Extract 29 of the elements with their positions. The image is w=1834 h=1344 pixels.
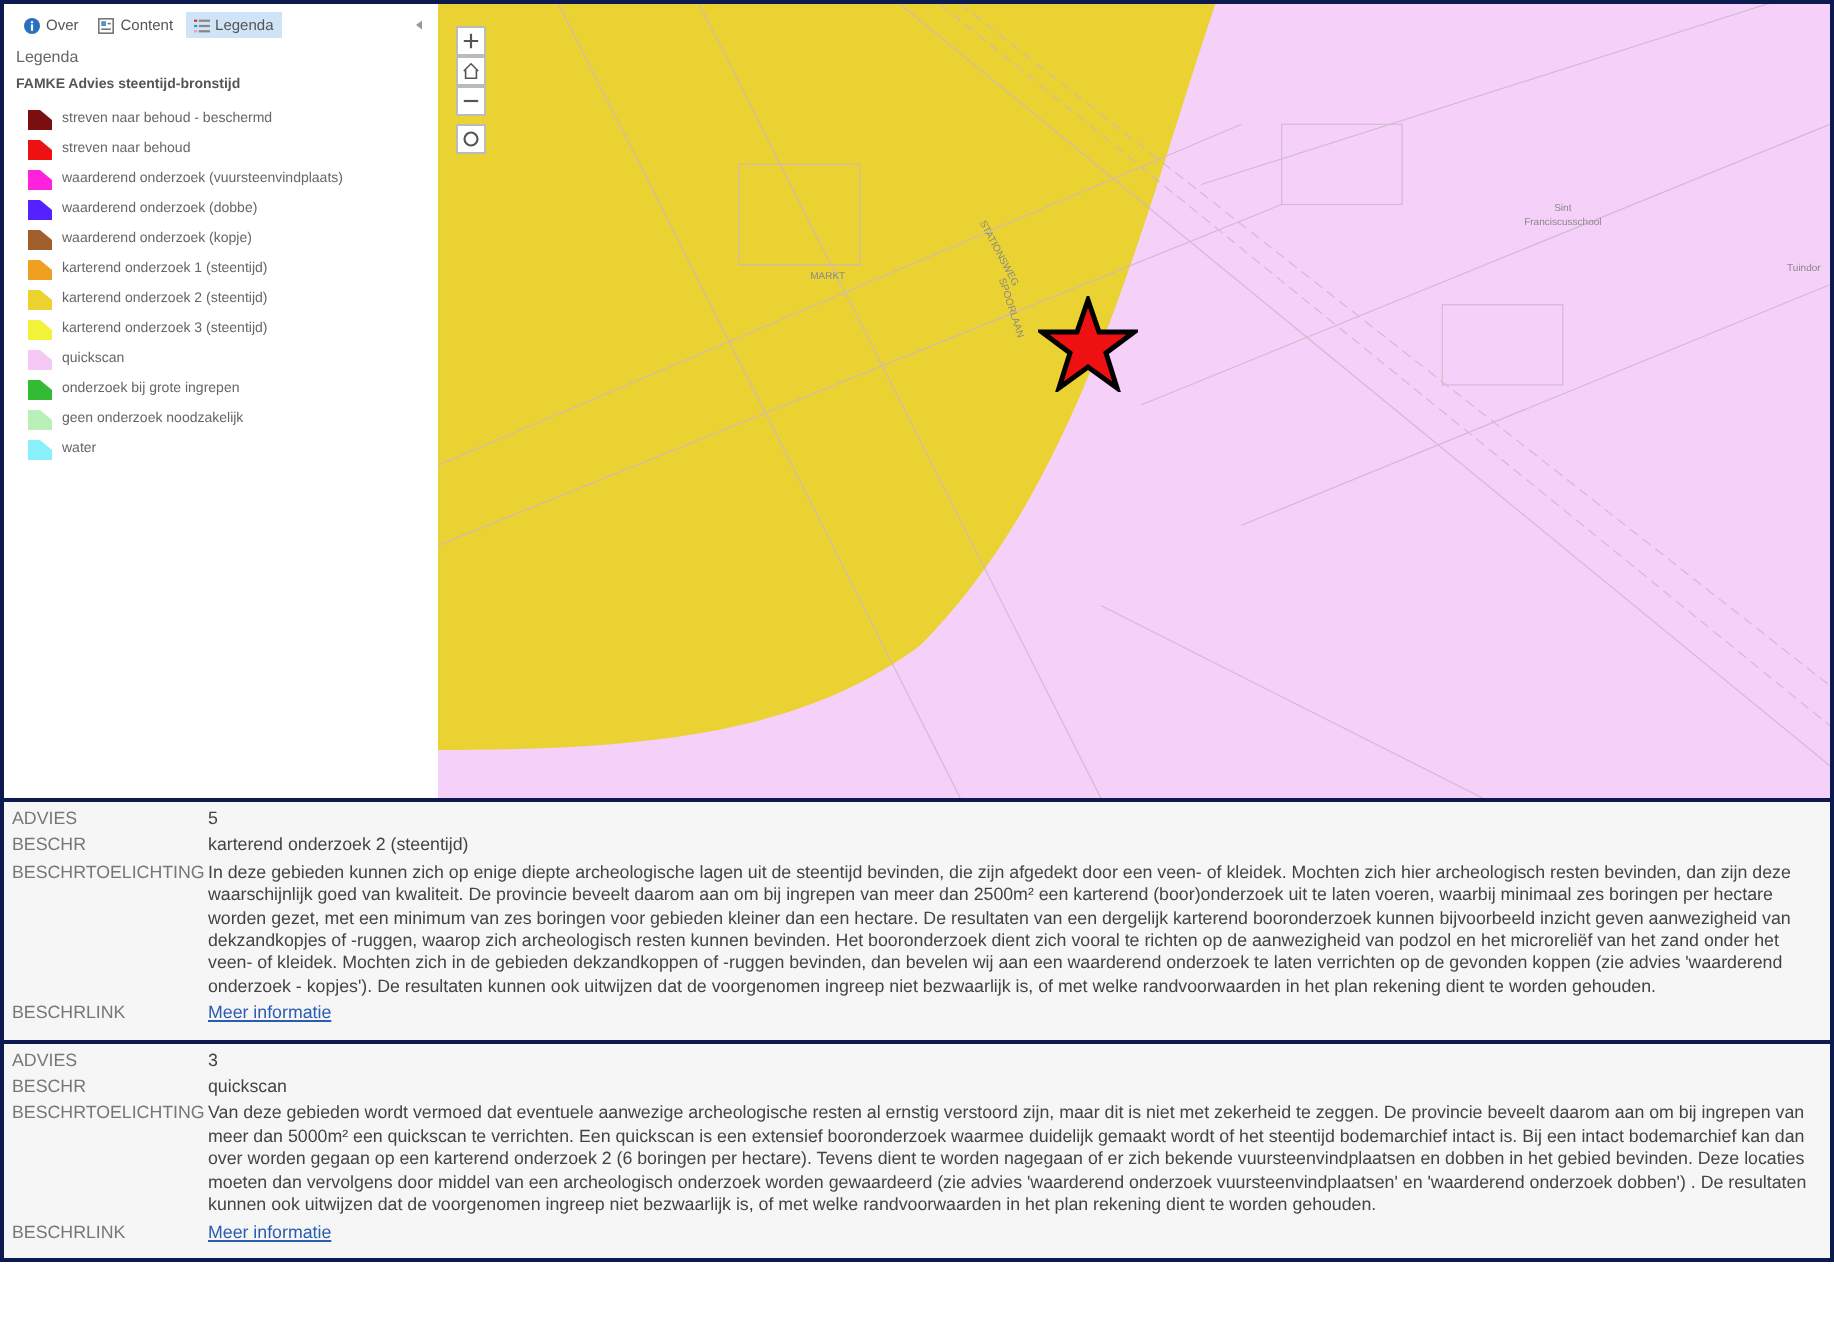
field-value: quickscan xyxy=(208,1076,289,1099)
field-label: BESCHRTOELICHTING xyxy=(12,861,207,886)
field-label: BESCHR xyxy=(12,1076,88,1099)
field-label: BESCHRLINK xyxy=(12,1221,128,1244)
field-value: karterend onderzoek 2 (steentijd) xyxy=(208,834,471,858)
field-label: ADVIES xyxy=(12,808,80,831)
star-marker-icon xyxy=(1038,296,1138,392)
zoom-in-button[interactable] xyxy=(456,26,486,56)
more-info-link[interactable]: Meer informatie xyxy=(208,1002,332,1026)
info-icon xyxy=(24,17,40,33)
plus-icon xyxy=(462,32,480,50)
field-label: BESCHRLINK xyxy=(12,1002,128,1026)
field-value: 3 xyxy=(208,1049,220,1073)
home-button[interactable] xyxy=(456,56,486,86)
field-value: In deze gebieden kunnen zich op enige diepte archeologische lagen uit de steentijd bevinden, die zijn afgedekt door een veen- of kleidek. Mochten zich hier archeologisch resten bevinden, dan zijn deze waarschijnlijk goed van kwaliteit. De provincie beveelt daarom aan om bij ingrepen van meer dan 2500m² een karterend (boor)onderzoek uit te laten voeren, waarbij minimaal zes boringen per hectare worden gezet, met een minimum van zes boringen voor gebieden kleiner dan een hectare. De resultaten van een dergelijk karterend booronderzoek kunnen bijvoorbeeld inzicht geven aanwezigheid van dekzandkopjes of -ruggen, waarop zich archeologisch resten kunnen bevinden. Het booronderzoek dient zich vooral te richten op de aanwezigheid van podzol en het microreliëf van het zand onder het veen- of kleidek. Mochten zich in de gebieden dekzandkoppen of -ruggen bevinden, dan bevelen wij aan een waarderend onderzoek te laten verrichten op de gevonden koppen (zie advies 'waarderend onderzoek - kopjes'). De resultaten kunnen ook uitwijzen dat de voorgenomen ingreep niet bezwaarlijk is, of met welke randvoorwaarden in het plan rekening dient te worden gehouden. xyxy=(208,861,1793,999)
more-info-link[interactable]: Meer informatie xyxy=(208,1221,332,1244)
field-label: ADVIES xyxy=(12,1049,80,1073)
field-value: 5 xyxy=(208,808,220,831)
field-value: Van deze gebieden wordt vermoed dat eventuele aanwezige archeologische resten al ernstig verstoord zijn, maar dit is niet met zekerheid te zeggen. De provincie beveelt daarom aan om bij ingrepen van meer dan 5000m² een quickscan te verrichten. Een quickscan is een extensief booronderzoek waarmee duidelijk gemaakt wordt of het steentijd bodemarchief intact is. Bij een intact bodemarchief kan dan over worden gegaan op een karterend onderzoek 2 (6 boringen per hectare). Tevens dient te worden nagegaan of er zich bekende vuursteenvindplaatsen en dobben in het gebied bevinden. Deze locaties moeten dan vervolgens door middel van een archeologisch onderzoek worden gewaardeerd (zie advies 'waarderend onderzoek vuursteenvindplaatsen' en 'waarderend onderzoek dobben') . De resultaten kunnen ook uitwijzen dat de voorgenomen ingreep niet bezwaarlijk is, of met welke randvoorwaarden in het plan rekening dient te worden gehouden. xyxy=(208,1102,1809,1217)
locate-button[interactable] xyxy=(456,124,486,154)
field-label: BESCHR xyxy=(12,834,88,858)
layers-icon xyxy=(98,17,115,33)
circle-icon xyxy=(462,130,480,148)
home-icon xyxy=(462,62,480,80)
legend-heading: Legenda xyxy=(16,48,81,66)
list-icon xyxy=(193,17,210,33)
field-label: BESCHRTOELICHTING xyxy=(12,1102,207,1127)
collapse-icon[interactable] xyxy=(416,20,422,30)
zoom-out-button[interactable] xyxy=(456,86,486,116)
